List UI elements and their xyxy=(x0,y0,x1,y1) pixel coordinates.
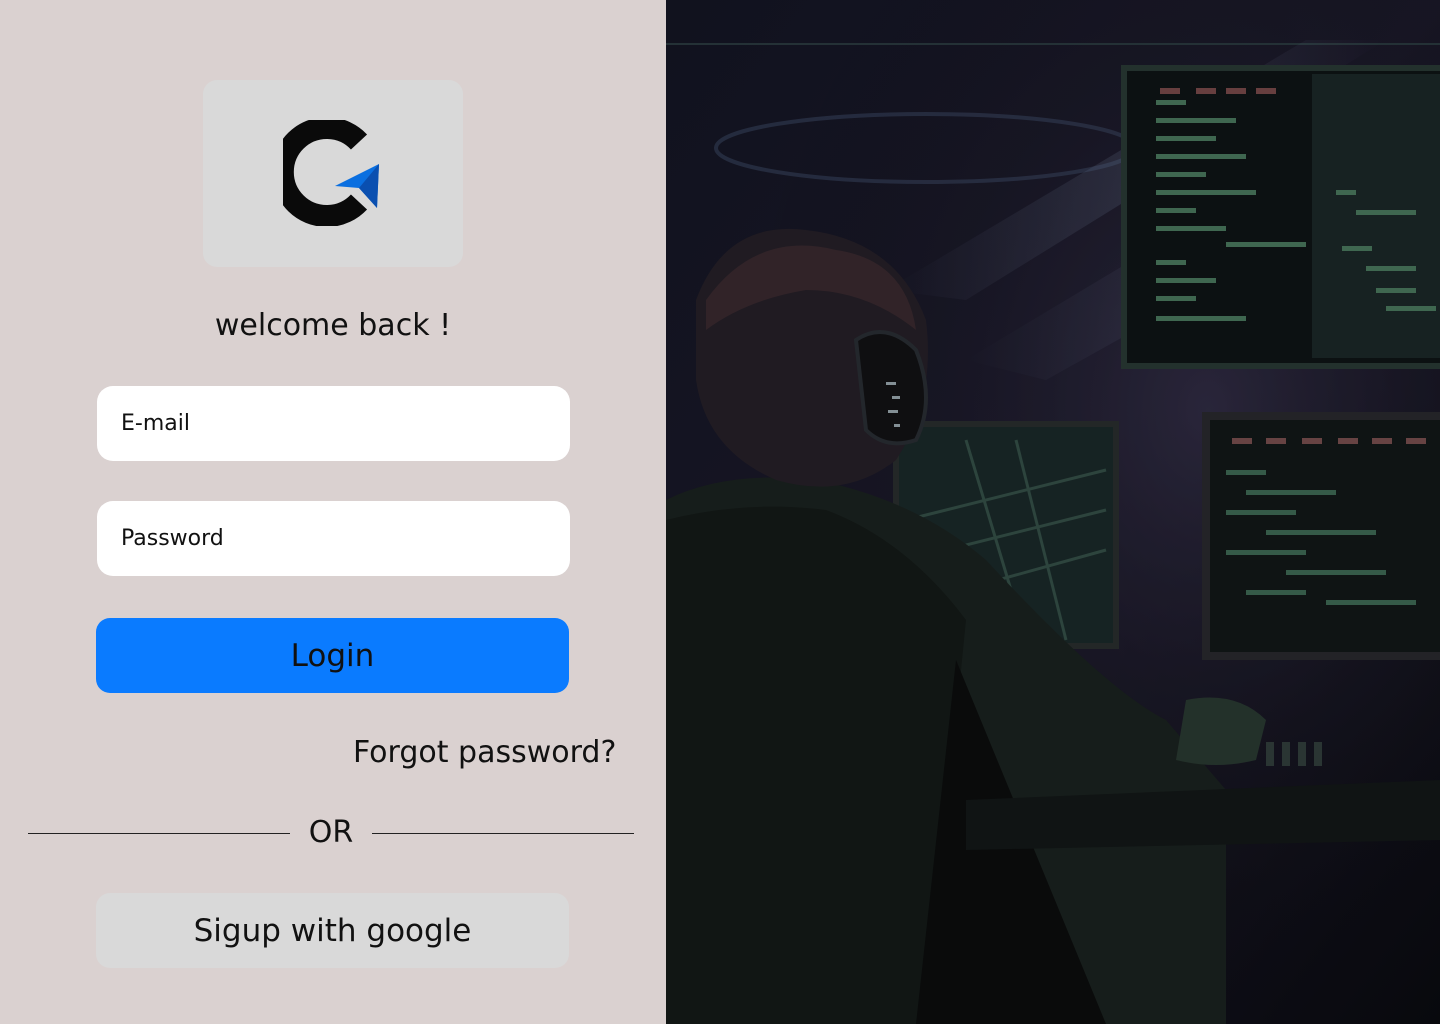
google-signup-button[interactable]: Sigup with google xyxy=(96,893,569,968)
divider-line-left xyxy=(28,833,290,834)
welcome-heading: welcome back ! xyxy=(214,308,452,343)
hero-illustration-panel xyxy=(666,0,1440,1024)
forgot-password-link[interactable]: Forgot password? xyxy=(353,733,616,773)
login-button[interactable]: Login xyxy=(96,618,569,693)
login-panel: welcome back ! Login Forgot password? OR… xyxy=(0,0,666,1024)
logo-c-arrow-icon xyxy=(283,120,379,226)
email-field[interactable] xyxy=(97,386,570,461)
password-field[interactable] xyxy=(97,501,570,576)
or-divider: OR xyxy=(28,813,634,853)
logo-container xyxy=(203,80,463,267)
divider-line-right xyxy=(372,833,634,834)
divider-label: OR xyxy=(308,815,354,850)
hero-illustration xyxy=(666,0,1440,1024)
